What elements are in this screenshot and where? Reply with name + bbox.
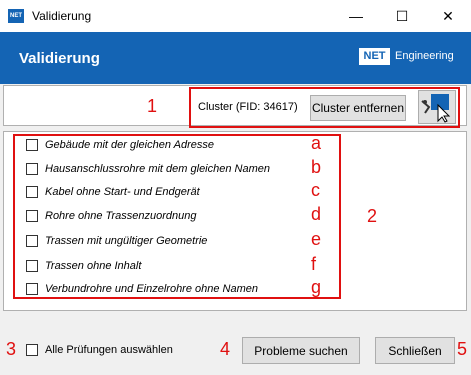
search-problems-button[interactable]: Probleme suchen (242, 337, 360, 364)
checkbox[interactable] (26, 260, 38, 272)
check-item[interactable]: Kabel ohne Start- und Endgerät (26, 183, 200, 201)
minimize-button[interactable]: — (333, 0, 379, 32)
checkbox[interactable] (26, 235, 38, 247)
logo-text: Engineering (395, 50, 454, 62)
remove-cluster-button[interactable]: Cluster entfernen (310, 95, 406, 121)
close-icon: ✕ (442, 7, 454, 24)
annotation-number: 4 (220, 339, 231, 359)
select-cluster-icon (421, 94, 451, 123)
annotation-letter: f (311, 254, 317, 274)
checkbox[interactable] (26, 139, 38, 151)
checkbox[interactable] (26, 283, 38, 295)
check-item-label: Trassen mit ungültiger Geometrie (45, 235, 208, 247)
check-item-label: Verbundrohre und Einzelrohre ohne Namen (45, 283, 259, 295)
annotation-letter: b (311, 157, 322, 177)
check-item[interactable]: Trassen mit ungültiger Geometrie (26, 232, 207, 250)
annotation-letter: c (311, 180, 320, 200)
annotation-number: 3 (6, 339, 17, 359)
check-item-label: Rohre ohne Trassenzuordnung (45, 210, 197, 222)
annotation-letter: a (311, 133, 322, 153)
annotation-letter: d (311, 204, 322, 224)
close-button[interactable]: Schließen (375, 337, 455, 364)
maximize-icon: ☐ (395, 7, 409, 24)
minimize-icon: — (349, 8, 363, 24)
header-title: Validierung (19, 50, 100, 67)
check-item[interactable]: Hausanschlussrohre mit dem gleichen Name… (26, 160, 270, 178)
annotation-number: 2 (367, 206, 378, 226)
check-item-label: Trassen ohne Inhalt (45, 260, 142, 272)
checkbox[interactable] (26, 186, 38, 198)
select-all-checkbox[interactable]: Alle Prüfungen auswählen (26, 341, 173, 359)
cluster-label: Cluster (FID: 34617) (198, 101, 298, 113)
annotation-letter: e (311, 229, 322, 249)
check-item[interactable]: Rohre ohne Trassenzuordnung (26, 207, 196, 225)
maximize-button[interactable]: ☐ (379, 0, 425, 32)
app-icon: NET (8, 9, 24, 23)
annotation-number: 1 (147, 96, 158, 116)
close-window-button[interactable]: ✕ (425, 0, 471, 32)
select-all-label: Alle Prüfungen auswählen (45, 344, 173, 356)
annotation-number: 5 (457, 339, 468, 359)
annotation-letter: g (311, 277, 322, 297)
check-item-label: Gebäude mit der gleichen Adresse (45, 139, 214, 151)
checkbox[interactable] (26, 344, 38, 356)
checkbox[interactable] (26, 163, 38, 175)
check-item-label: Hausanschlussrohre mit dem gleichen Name… (45, 163, 270, 175)
check-item-label: Kabel ohne Start- und Endgerät (45, 186, 200, 198)
check-item[interactable]: Verbundrohre und Einzelrohre ohne Namen (26, 280, 258, 298)
window-title: Validierung (32, 9, 92, 23)
checkbox[interactable] (26, 210, 38, 222)
check-item[interactable]: Gebäude mit der gleichen Adresse (26, 136, 214, 154)
net-logo: NET (359, 48, 390, 65)
select-cluster-button[interactable] (418, 90, 456, 124)
check-item[interactable]: Trassen ohne Inhalt (26, 257, 141, 275)
